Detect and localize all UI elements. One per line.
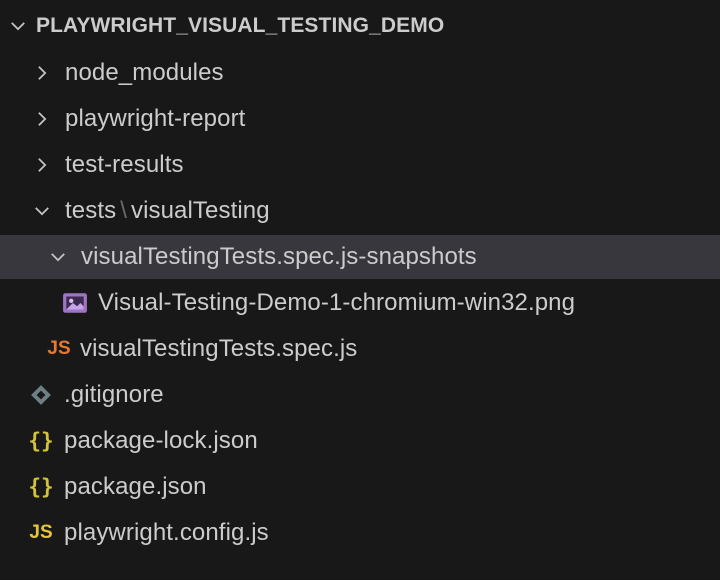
tree-item-label-part2: visualTesting xyxy=(130,197,270,224)
tree-item-label: visualTestingTests.spec.js-snapshots xyxy=(81,243,477,270)
tree-item-label: node_modules xyxy=(65,59,224,86)
tree-item-label: visualTestingTests.spec.js xyxy=(80,335,358,362)
tree-item-png-file[interactable]: Visual-Testing-Demo-1-chromium-win32.png xyxy=(0,281,720,325)
chevron-down-icon[interactable] xyxy=(46,245,70,269)
tree-item-label: .gitignore xyxy=(64,381,164,408)
file-explorer: PLAYWRIGHT_VISUAL_TESTING_DEMO node_modu… xyxy=(0,0,720,580)
tree-item-node-modules[interactable]: node_modules xyxy=(0,51,720,95)
tree-item-snapshots-folder[interactable]: visualTestingTests.spec.js-snapshots xyxy=(0,235,720,279)
tree-item-playwright-report[interactable]: playwright-report xyxy=(0,97,720,141)
chevron-right-icon[interactable] xyxy=(30,153,54,177)
tree-item-label: Visual-Testing-Demo-1-chromium-win32.png xyxy=(98,289,576,316)
tree-item-tests-visualtesting[interactable]: tests \ visualTesting xyxy=(0,189,720,233)
json-file-icon: {} xyxy=(28,475,54,499)
tree-item-label-part1: tests xyxy=(65,197,117,224)
javascript-file-icon: JS xyxy=(29,522,53,543)
tree-item-package-lock-json[interactable]: {} package-lock.json xyxy=(0,419,720,463)
tree-item-label: playwright.config.js xyxy=(64,519,269,546)
tree-item-package-json[interactable]: {} package.json xyxy=(0,465,720,509)
json-file-icon: {} xyxy=(28,429,54,453)
root-folder-label: PLAYWRIGHT_VISUAL_TESTING_DEMO xyxy=(36,14,445,37)
javascript-file-icon: JS xyxy=(47,338,71,359)
explorer-root-header[interactable]: PLAYWRIGHT_VISUAL_TESTING_DEMO xyxy=(0,4,720,48)
chevron-down-icon[interactable] xyxy=(30,199,54,223)
chevron-right-icon[interactable] xyxy=(30,61,54,85)
tree-item-test-results[interactable]: test-results xyxy=(0,143,720,187)
git-diamond-icon xyxy=(26,381,56,409)
tree-item-label: playwright-report xyxy=(65,105,246,132)
path-separator: \ xyxy=(120,197,127,224)
tree-item-label: package-lock.json xyxy=(64,427,258,454)
tree-item-spec-js-file[interactable]: JS visualTestingTests.spec.js xyxy=(0,327,720,371)
tree-item-label: package.json xyxy=(64,473,207,500)
chevron-down-icon[interactable] xyxy=(6,14,30,38)
chevron-right-icon[interactable] xyxy=(30,107,54,131)
tree-item-playwright-config-js[interactable]: JS playwright.config.js xyxy=(0,511,720,555)
tree-item-label: test-results xyxy=(65,151,184,178)
image-file-icon xyxy=(60,289,90,317)
tree-item-gitignore[interactable]: .gitignore xyxy=(0,373,720,417)
